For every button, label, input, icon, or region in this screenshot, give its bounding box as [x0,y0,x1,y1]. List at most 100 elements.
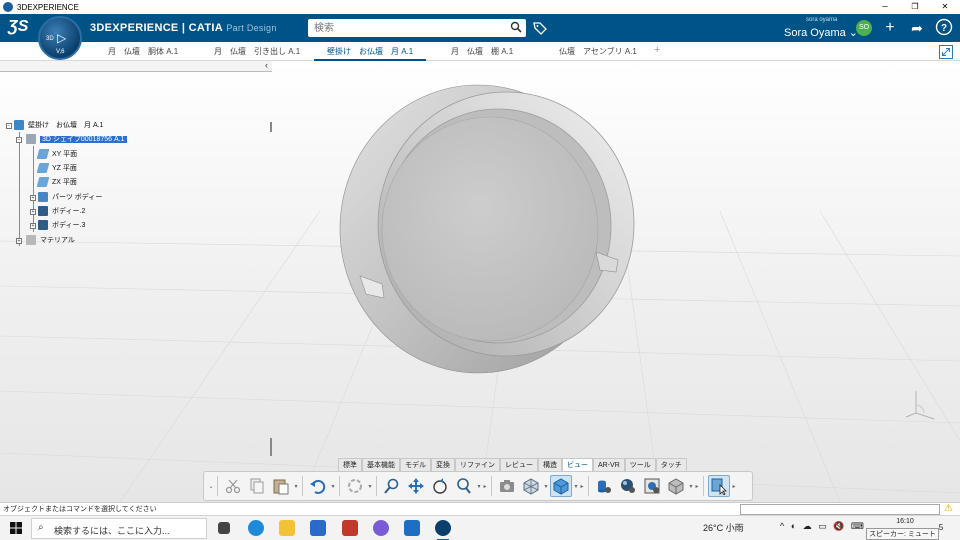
compass-widget[interactable]: 3D ▷ V,6 [38,16,82,60]
section-tab-structure[interactable]: 構造 [538,458,562,471]
copilot-icon[interactable] [373,520,389,536]
file-explorer-icon[interactable] [279,520,295,536]
chevron-right-icon[interactable]: ▸ [579,483,585,490]
store-icon[interactable] [310,520,326,536]
render-icon[interactable] [641,475,663,497]
document-tabs: 月 仏壇 胴体 A.1 月 仏壇 引き出し A.1 壁掛け お仏壇 月 A.1 … [0,42,960,61]
minimize-button[interactable]: ─ [870,0,900,14]
tree-toggle[interactable]: + [30,209,36,215]
tab-wall-altar[interactable]: 壁掛け お仏壇 月 A.1 [327,46,413,57]
tab-drawer[interactable]: 月 仏壇 引き出し A.1 [214,46,300,57]
mail-icon[interactable] [404,520,420,536]
view-orientation-icon[interactable] [520,475,542,497]
section-tab-ar-vr[interactable]: AR-VR [593,458,625,471]
tree-item-3d-shape[interactable]: 3D シェイプ00018756 A.1 [26,134,127,146]
pan-icon[interactable] [405,475,427,497]
selection-icon[interactable] [708,475,730,497]
capture-icon[interactable] [496,475,518,497]
section-tab-view[interactable]: ビュー [562,458,593,471]
close-button[interactable]: ✕ [930,0,960,14]
fly-zoom-icon[interactable] [381,475,403,497]
user-menu[interactable]: Sora Oyama ⌄ [784,26,858,39]
visual-quality-icon[interactable] [665,475,687,497]
tree-item-part-body[interactable]: パーツ ボディー [38,192,102,204]
material-icon[interactable] [617,475,639,497]
update-icon[interactable] [344,475,366,497]
3d-shape-icon [26,134,36,145]
tree-item-yz-plane[interactable]: YZ 平面 [36,163,77,175]
app-icon [3,2,13,12]
tree-item-zx-plane[interactable]: ZX 平面 [36,177,77,189]
section-tab-tools[interactable]: ツール [624,458,656,471]
collapse-panel-button[interactable]: ‹ [265,60,268,70]
windows-start-icon[interactable] [10,522,22,534]
avatar[interactable]: SO [856,20,872,36]
share-icon[interactable]: ➦ [907,18,927,38]
section-tab-standard[interactable]: 標準 [338,458,362,471]
play-icon[interactable]: ▷ [57,31,66,45]
action-bar: ⌄ ▾ ▾ ▾ ▾ ▸ ▾ ▾ ▸ ▾ ▸ ▸ [203,471,753,501]
cut-icon[interactable] [222,475,244,497]
edge-icon[interactable] [248,520,264,536]
restore-button[interactable]: ❐ [900,0,930,14]
tag-icon[interactable] [532,20,548,36]
warning-icon[interactable]: ⚠ [944,503,953,514]
search-box[interactable] [308,19,526,37]
tree-item-xy-plane[interactable]: XY 平面 [36,149,77,161]
section-tab-model[interactable]: モデル [400,458,431,471]
tab-assembly[interactable]: 仏壇 アセンブリ A.1 [559,46,637,57]
system-tray-icons[interactable]: ^ ◐ ☁ ▭ 🔇 ⌨ [780,521,866,532]
section-tab-refine[interactable]: リファイン [455,458,500,471]
chevron-right-icon[interactable]: ▸ [731,483,737,490]
taskbar-search[interactable]: ⌕ 検索するには、ここに入力... [31,518,207,539]
help-icon[interactable]: ? [934,18,954,38]
plus-icon[interactable]: + [880,18,900,38]
chevron-down-icon[interactable]: ▾ [293,483,299,490]
panel-drag-handle[interactable] [270,122,272,132]
section-tab-essentials[interactable]: 基本機能 [362,458,400,471]
tree-item-body-3[interactable]: ボディー.3 [38,220,85,232]
search-icon[interactable] [510,21,522,33]
shading-icon[interactable] [550,475,572,497]
ds-logo-icon[interactable]: ƷS [8,18,28,36]
tree-root[interactable]: 壁掛け お仏壇 月 A.1 [14,120,103,132]
task-view-icon[interactable] [218,522,230,534]
chevron-down-icon[interactable]: ⌄ [208,483,214,490]
chevron-right-icon[interactable]: ▸ [694,483,700,490]
3d-model[interactable] [338,84,638,376]
hide-show-icon[interactable] [593,475,615,497]
paste-icon[interactable] [270,475,292,497]
tree-toggle[interactable]: + [30,195,36,201]
window-title: 3DEXPERIENCE [17,2,79,12]
tree-toggle[interactable]: − [16,137,22,143]
add-tab-button[interactable]: + [654,44,660,56]
undo-icon[interactable] [307,475,329,497]
search-input[interactable] [308,19,498,37]
3dexperience-taskbar-icon[interactable] [435,520,451,540]
tree-item-material[interactable]: マテリアル [26,235,75,247]
expand-icon[interactable] [939,45,953,59]
tree-toggle[interactable]: + [16,238,22,244]
section-tab-transform[interactable]: 変換 [431,458,455,471]
tab-shelf[interactable]: 月 仏壇 棚 A.1 [451,46,513,57]
tree-toggle[interactable]: − [6,123,12,129]
chevron-right-icon[interactable]: ▸ [482,483,488,490]
section-tab-touch[interactable]: タッチ [655,458,687,471]
toolbar-separator [588,476,589,496]
command-input[interactable] [740,504,940,515]
copy-icon[interactable] [246,475,268,497]
chevron-down-icon[interactable]: ▾ [367,483,373,490]
yahoo-icon[interactable] [342,520,358,536]
zoom-icon[interactable] [453,475,475,497]
tree-toggle[interactable]: + [30,223,36,229]
tree-item-body-2[interactable]: ボディー.2 [38,206,85,218]
weather-widget[interactable]: 26°C 小雨 [703,521,744,534]
product-icon [14,120,24,131]
chevron-down-icon[interactable]: ▾ [330,483,336,490]
clock[interactable]: 16:10 [893,518,917,525]
chevron-down-icon[interactable]: ▾ [543,483,549,490]
tab-body[interactable]: 月 仏壇 胴体 A.1 [108,46,178,57]
rotate-icon[interactable] [429,475,451,497]
section-tab-review[interactable]: レビュー [500,458,538,471]
toolbar-drag-handle[interactable] [270,438,272,456]
